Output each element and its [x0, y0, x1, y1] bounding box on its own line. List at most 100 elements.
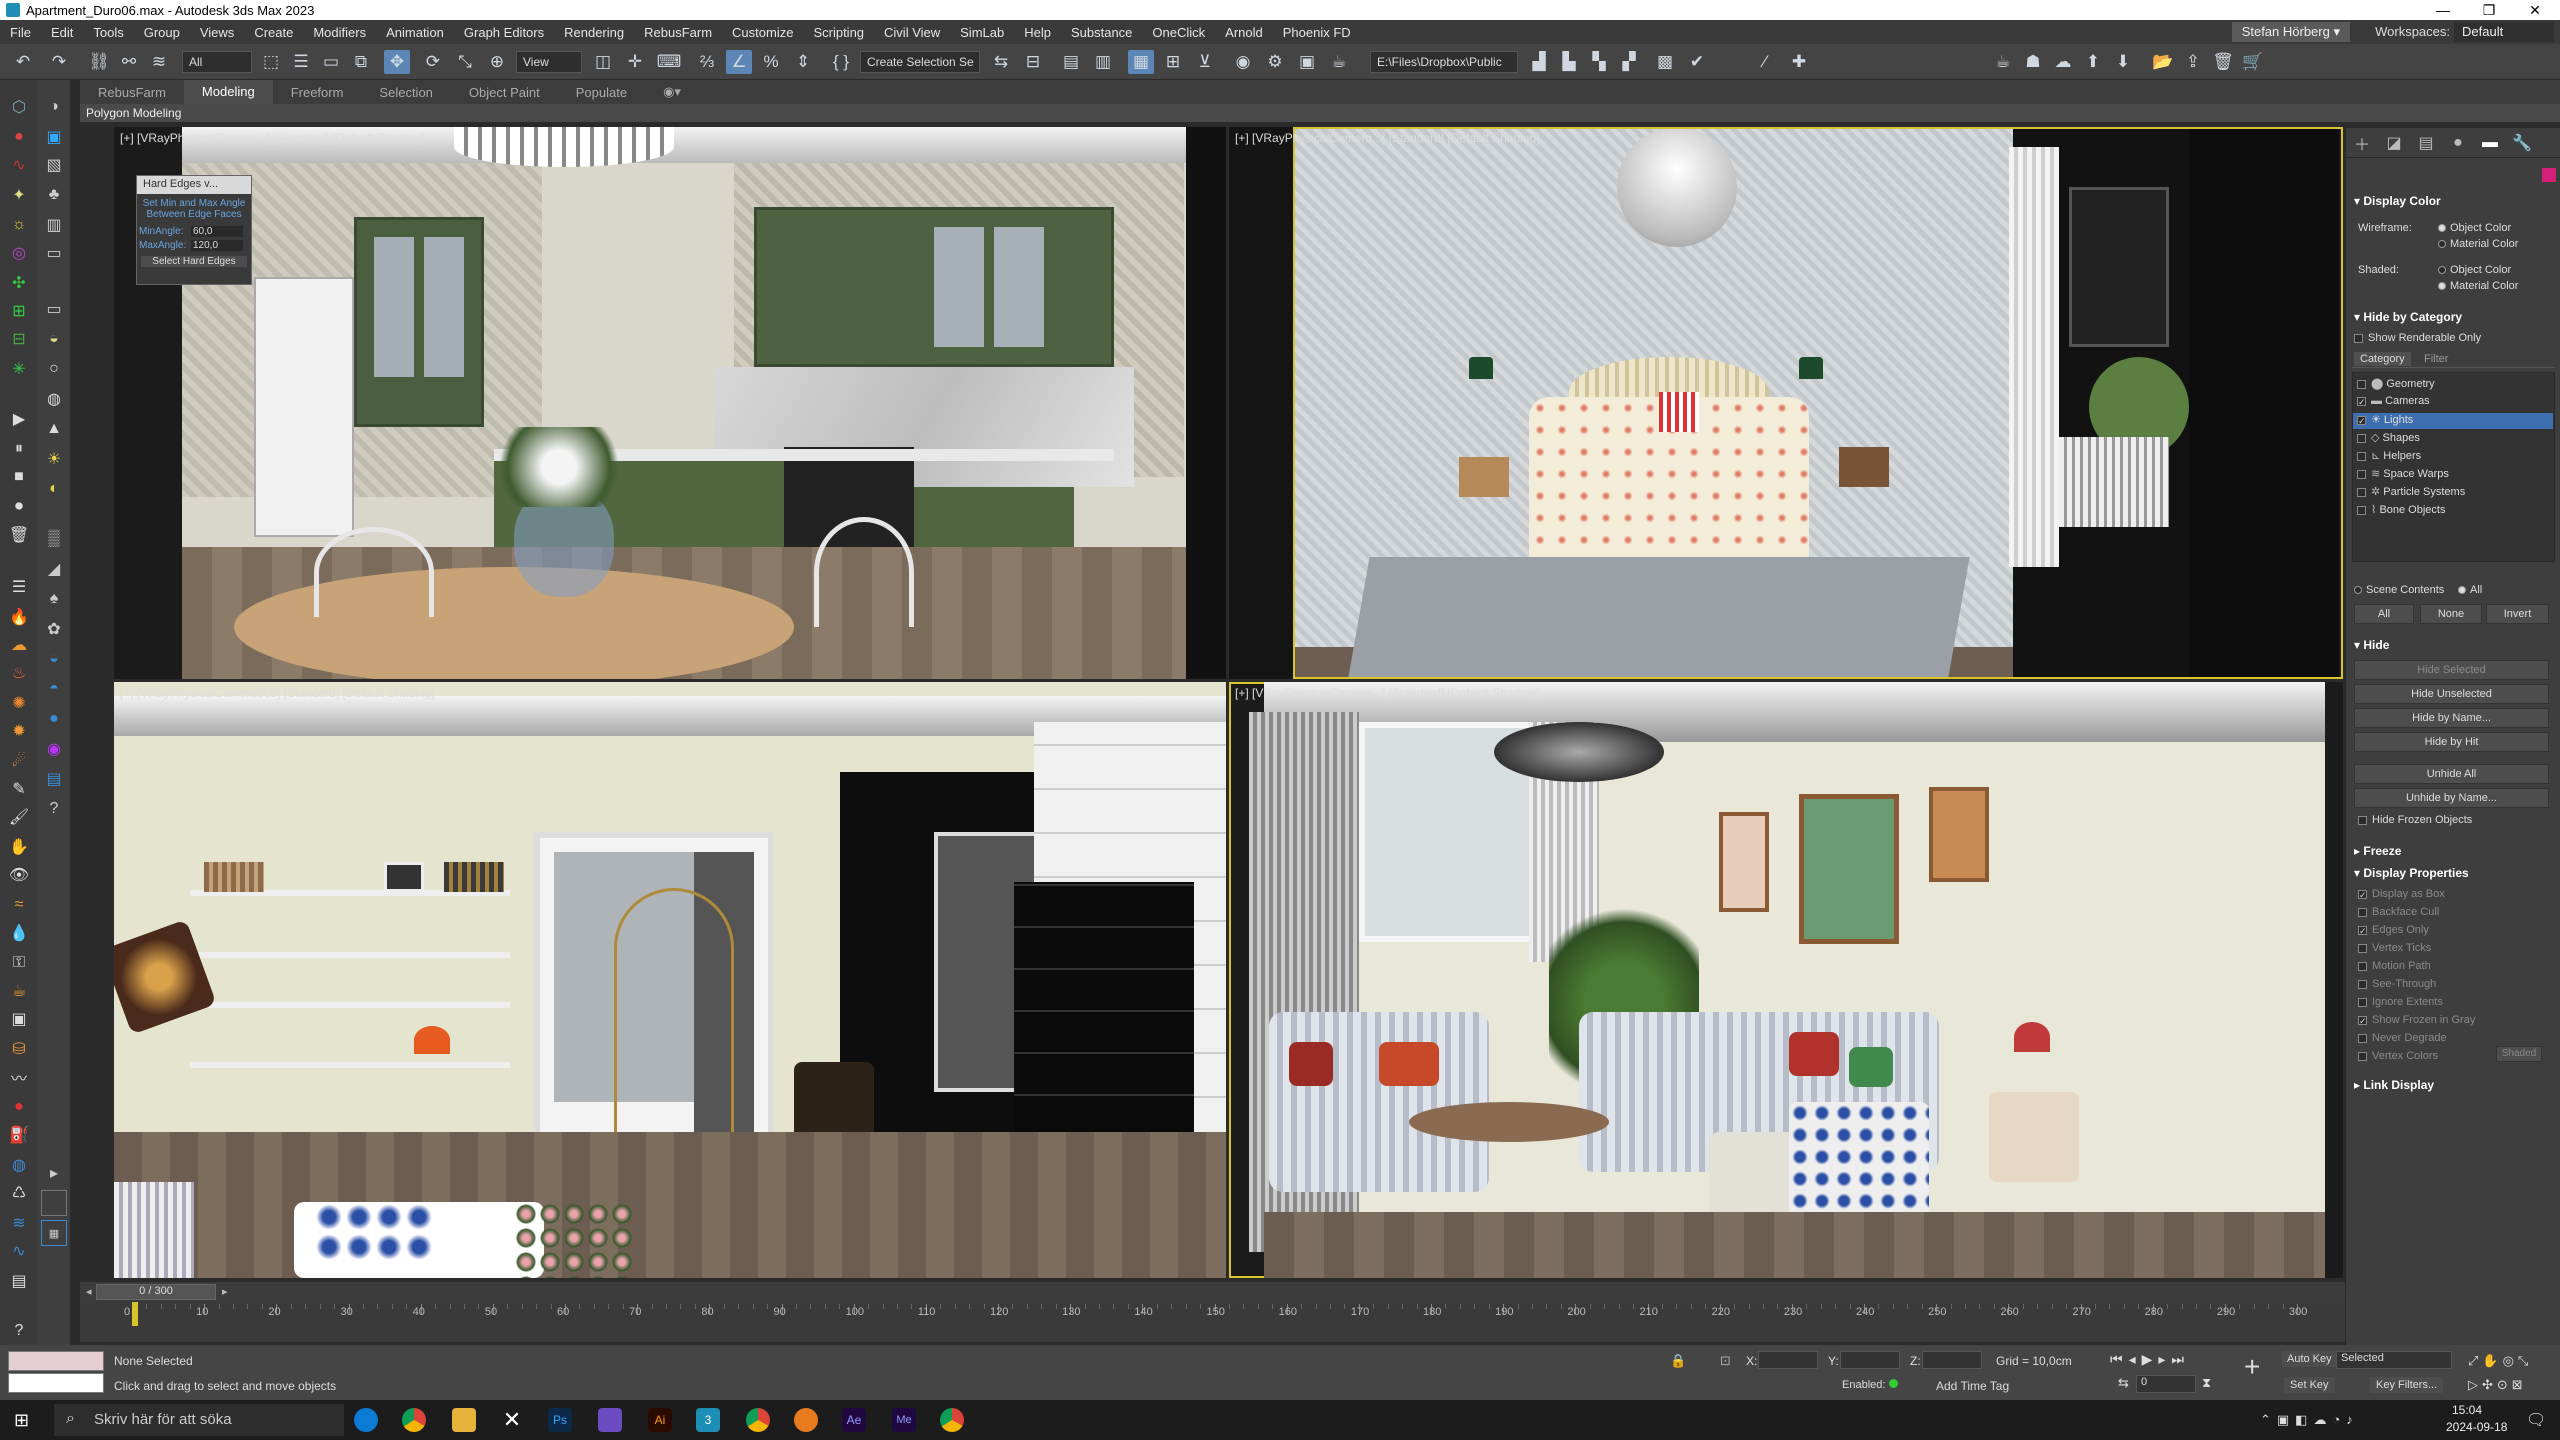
- undo-icon[interactable]: ↶: [10, 50, 36, 74]
- object-icon[interactable]: ◢: [41, 556, 67, 582]
- pen-icon[interactable]: ✎: [6, 776, 32, 802]
- tab-populate[interactable]: Populate: [558, 85, 645, 100]
- smoke-icon[interactable]: ☁: [6, 632, 32, 658]
- frame-counter[interactable]: 0 / 300: [96, 1284, 216, 1300]
- scene-explorer-icon[interactable]: ▤: [1058, 50, 1084, 74]
- playback-controls[interactable]: ⏮◂▶▸⏭: [2110, 1351, 2190, 1368]
- ocean-icon[interactable]: ≋: [6, 1210, 32, 1236]
- minimize-button[interactable]: —: [2420, 0, 2466, 20]
- link-icon[interactable]: ⛓: [86, 50, 112, 74]
- water-drop-icon[interactable]: ◒: [41, 646, 67, 672]
- cloth-icon[interactable]: ♺: [6, 1180, 32, 1206]
- archive-icon[interactable]: 🗑: [2210, 50, 2236, 74]
- teapot-icon[interactable]: ☕: [1990, 50, 2016, 74]
- display-as-box-checkbox[interactable]: ✓ Display as Box: [2358, 888, 2445, 900]
- chrome-icon[interactable]: [402, 1408, 426, 1432]
- media-encoder-icon[interactable]: Me: [892, 1408, 916, 1432]
- display-properties-header[interactable]: ▾ Display Properties: [2354, 866, 2469, 880]
- close-button[interactable]: ✕: [2512, 0, 2558, 20]
- min-angle-input[interactable]: 60,0: [191, 226, 243, 237]
- clock-date[interactable]: 2024-09-18: [2446, 1420, 2507, 1434]
- menu-rebusfarm[interactable]: RebusFarm: [634, 25, 722, 40]
- edit-named-selection-icon[interactable]: { }: [828, 50, 854, 74]
- camera-small-icon[interactable]: ▭: [41, 240, 67, 266]
- box-icon[interactable]: ▣: [6, 1006, 32, 1032]
- redo-icon[interactable]: ↷: [46, 50, 72, 74]
- vray-check-icon[interactable]: ✔: [1684, 50, 1710, 74]
- scene-contents-radio[interactable]: Scene Contents: [2354, 584, 2444, 596]
- select-manipulate-icon[interactable]: ✛: [622, 50, 648, 74]
- angle-snap-icon[interactable]: ∠: [726, 50, 752, 74]
- cloud-render-icon[interactable]: ☁: [2050, 50, 2076, 74]
- menu-views[interactable]: Views: [190, 25, 244, 40]
- particle-icon[interactable]: ✳: [6, 356, 32, 382]
- workspace-dropdown[interactable]: Default: [2454, 22, 2554, 42]
- camera-icon[interactable]: ◎: [6, 240, 32, 266]
- filter-tab[interactable]: Filter: [2418, 352, 2454, 366]
- pivot-icon[interactable]: ◫: [590, 50, 616, 74]
- cup-icon[interactable]: ☕: [6, 978, 32, 1004]
- render-setup-icon[interactable]: ⚙: [1262, 50, 1288, 74]
- illustrator-icon[interactable]: Ai: [648, 1408, 672, 1432]
- notifications-icon[interactable]: 🗨: [2526, 1410, 2546, 1430]
- after-effects-icon[interactable]: Ae: [842, 1408, 866, 1432]
- play-icon[interactable]: ▶: [6, 406, 32, 432]
- create-tab-icon[interactable]: ＋: [2346, 131, 2378, 155]
- tree-icon[interactable]: ♠: [41, 586, 67, 612]
- drop-icon[interactable]: 💧: [6, 920, 32, 946]
- category-invert-button[interactable]: Invert: [2486, 604, 2549, 624]
- menu-simlab[interactable]: SimLab: [950, 25, 1014, 40]
- help-icon[interactable]: ?: [6, 1318, 32, 1344]
- viewport-label[interactable]: [+] [VRayPhysicalCamera...] [Standard] […: [120, 131, 425, 145]
- grid-icon[interactable]: ▒: [41, 526, 67, 552]
- all-radio[interactable]: All: [2458, 584, 2482, 596]
- lock-selection-icon[interactable]: 🔒: [1670, 1353, 1686, 1369]
- rotate-icon[interactable]: ⟳: [420, 50, 446, 74]
- viewport-bottom-right[interactable]: [+] [VRayPhysicalCamera...] [Standard] […: [1229, 682, 2343, 1278]
- timeline-track[interactable]: 0 10 20 30 40 50 60 70 80 90 100 110 120 130 140 150 160…: [80, 1302, 2345, 1342]
- explosion-icon[interactable]: ✹: [6, 718, 32, 744]
- unlink-icon[interactable]: ⚯: [116, 50, 142, 74]
- menu-edit[interactable]: Edit: [41, 25, 83, 40]
- fluid-icon[interactable]: ◓: [41, 676, 67, 702]
- trash-icon[interactable]: 🗑: [6, 522, 32, 548]
- hide-by-hit-button[interactable]: Hide by Hit: [2354, 732, 2549, 752]
- chart-icon[interactable]: ▤: [41, 766, 67, 792]
- window-crossing-icon[interactable]: ⧉: [348, 50, 374, 74]
- shape-icon[interactable]: ⬡: [6, 94, 32, 120]
- export-icon[interactable]: ⇪: [2180, 50, 2206, 74]
- taskbar-search[interactable]: ⌕ Skriv här för att söka: [54, 1404, 344, 1436]
- placement-icon[interactable]: ⊕: [484, 50, 510, 74]
- unhide-all-button[interactable]: Unhide All: [2354, 764, 2549, 784]
- keyboard-shortcut-icon[interactable]: ⌨: [656, 50, 682, 74]
- hide-by-category-header[interactable]: ▾ Hide by Category: [2354, 310, 2462, 324]
- percent-snap-icon[interactable]: %: [758, 50, 784, 74]
- ribbon-options-icon[interactable]: ◉▾: [645, 84, 699, 100]
- time-config-icon[interactable]: ⧗: [2202, 1375, 2211, 1391]
- bucket-icon[interactable]: ⛁: [6, 1036, 32, 1062]
- backface-cull-checkbox[interactable]: Backface Cull: [2358, 906, 2439, 918]
- vray-light-icon[interactable]: ▙: [1556, 50, 1582, 74]
- scale-icon[interactable]: ⤡: [452, 50, 478, 74]
- cart-icon[interactable]: 🛒: [2240, 50, 2266, 74]
- tab-modeling[interactable]: Modeling: [183, 80, 273, 104]
- vertex-ticks-checkbox[interactable]: Vertex Ticks: [2358, 942, 2431, 954]
- rebus-download-icon[interactable]: ⬇: [2110, 50, 2136, 74]
- photoshop-icon[interactable]: Ps: [548, 1408, 572, 1432]
- category-tab[interactable]: Category: [2354, 352, 2411, 366]
- open-folder-icon[interactable]: 📂: [2150, 50, 2176, 74]
- menu-create[interactable]: Create: [244, 25, 303, 40]
- nav-controls-top[interactable]: ⤢✋◎⤡: [2468, 1353, 2532, 1369]
- x-app-icon[interactable]: ✕: [500, 1408, 524, 1432]
- vray-frame-buffer-icon[interactable]: ▟: [1526, 50, 1552, 74]
- unhide-by-name-button[interactable]: Unhide by Name...: [2354, 788, 2549, 808]
- hierarchy-tab-icon[interactable]: ▤: [2410, 133, 2442, 153]
- time-next-icon[interactable]: ▸: [222, 1285, 228, 1298]
- project-path-dropdown[interactable]: E:\Files\Dropbox\Public: [1370, 51, 1518, 73]
- helper-icon[interactable]: ✣: [6, 270, 32, 296]
- category-helpers[interactable]: ⊾ Helpers: [2353, 449, 2553, 465]
- viewport-top-right[interactable]: [+] [VRayPhysicalCamera...] [Standard] […: [1229, 127, 2343, 679]
- sun-icon[interactable]: ☀: [41, 446, 67, 472]
- move-icon[interactable]: ✥: [384, 50, 410, 74]
- link-display-header[interactable]: ▸ Link Display: [2354, 1078, 2434, 1092]
